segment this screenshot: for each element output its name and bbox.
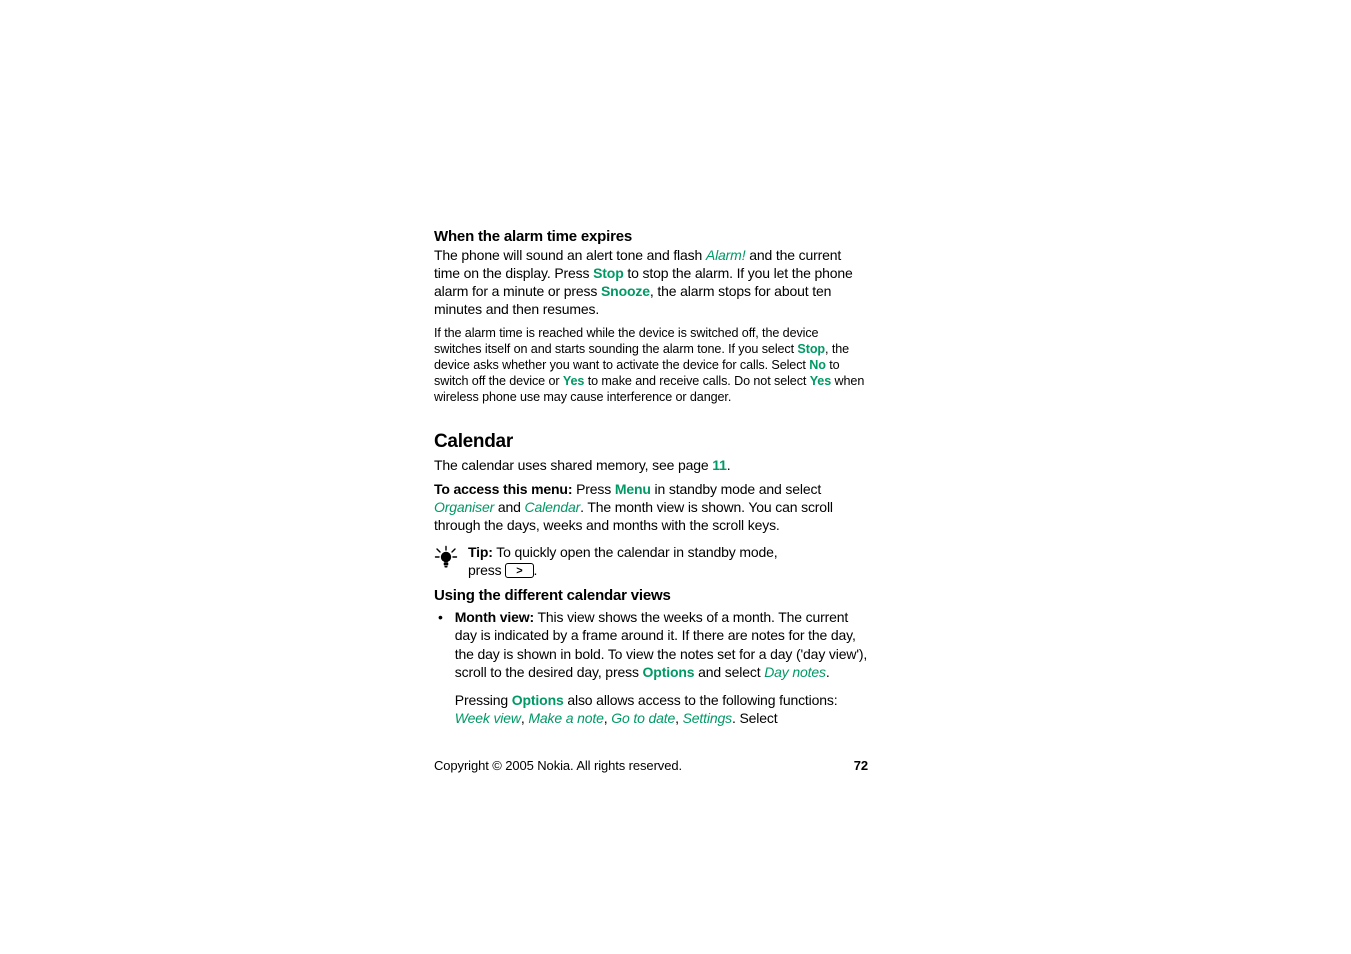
- tip-text: Tip: To quickly open the calendar in sta…: [468, 543, 778, 579]
- bullet-content: Month view: This view shows the weeks of…: [455, 608, 868, 727]
- text: Press: [572, 481, 615, 497]
- text: to make and receive calls. Do not select: [584, 374, 809, 388]
- ui-term-options: Options: [643, 664, 695, 680]
- page: When the alarm time expires The phone wi…: [0, 0, 1351, 954]
- ui-term-calendar: Calendar: [525, 499, 581, 515]
- text: .: [534, 562, 538, 578]
- page-number: 72: [854, 758, 868, 773]
- text: If the alarm time is reached while the d…: [434, 326, 818, 356]
- text: in standby mode and select: [651, 481, 821, 497]
- text: The phone will sound an alert tone and f…: [434, 247, 706, 263]
- text: also allows access to the following func…: [564, 692, 838, 708]
- bullet-month-view: • Month view: This view shows the weeks …: [434, 608, 868, 727]
- heading-calendar: Calendar: [434, 431, 868, 453]
- text: and: [494, 499, 524, 515]
- text: .: [727, 457, 731, 473]
- bullet-marker-icon: •: [434, 608, 455, 727]
- text: Pressing: [455, 692, 512, 708]
- ui-term-make-note: Make a note: [528, 710, 603, 726]
- calendar-memory-paragraph: The calendar uses shared memory, see pag…: [434, 457, 868, 475]
- right-key-icon: >: [505, 563, 533, 578]
- ui-term-organiser: Organiser: [434, 499, 494, 515]
- ui-term-go-to-date: Go to date: [611, 710, 675, 726]
- text: and select: [694, 664, 764, 680]
- calendar-access-paragraph: To access this menu: Press Menu in stand…: [434, 481, 868, 535]
- ui-term-yes: Yes: [563, 374, 584, 388]
- lightbulb-icon: [434, 545, 458, 574]
- ui-term-menu: Menu: [615, 481, 651, 497]
- ui-term-day-notes: Day notes: [764, 664, 826, 680]
- alarm-paragraph-1: The phone will sound an alert tone and f…: [434, 247, 868, 319]
- ui-term-stop: Stop: [797, 342, 825, 356]
- ui-term-alarm: Alarm!: [706, 247, 746, 263]
- alarm-paragraph-2: If the alarm time is reached while the d…: [434, 325, 868, 406]
- page-reference-link[interactable]: 11: [712, 457, 727, 473]
- text: . Select: [732, 710, 778, 726]
- key-glyph: >: [516, 565, 522, 577]
- text: The calendar uses shared memory, see pag…: [434, 457, 712, 473]
- tip-block: Tip: To quickly open the calendar in sta…: [434, 543, 868, 579]
- copyright-text: Copyright © 2005 Nokia. All rights reser…: [434, 758, 682, 773]
- ui-term-settings: Settings: [683, 710, 732, 726]
- options-functions-paragraph: Pressing Options also allows access to t…: [455, 691, 868, 727]
- ui-term-no: No: [809, 358, 826, 372]
- page-footer: Copyright © 2005 Nokia. All rights reser…: [434, 758, 868, 773]
- ui-term-snooze: Snooze: [601, 283, 650, 299]
- bold-label: Month view:: [455, 609, 534, 625]
- content-area: When the alarm time expires The phone wi…: [434, 228, 868, 727]
- ui-term-week-view: Week view: [455, 710, 521, 726]
- ui-term-options: Options: [512, 692, 564, 708]
- text: .: [826, 664, 830, 680]
- ui-term-yes: Yes: [810, 374, 831, 388]
- heading-calendar-views: Using the different calendar views: [434, 587, 868, 604]
- heading-alarm-expires: When the alarm time expires: [434, 228, 868, 245]
- text: ,: [675, 710, 682, 726]
- text: To quickly open the calendar in standby …: [493, 544, 778, 560]
- bold-label: To access this menu:: [434, 481, 572, 497]
- ui-term-stop: Stop: [593, 265, 624, 281]
- tip-bold: Tip:: [468, 544, 493, 560]
- text: press: [468, 562, 505, 578]
